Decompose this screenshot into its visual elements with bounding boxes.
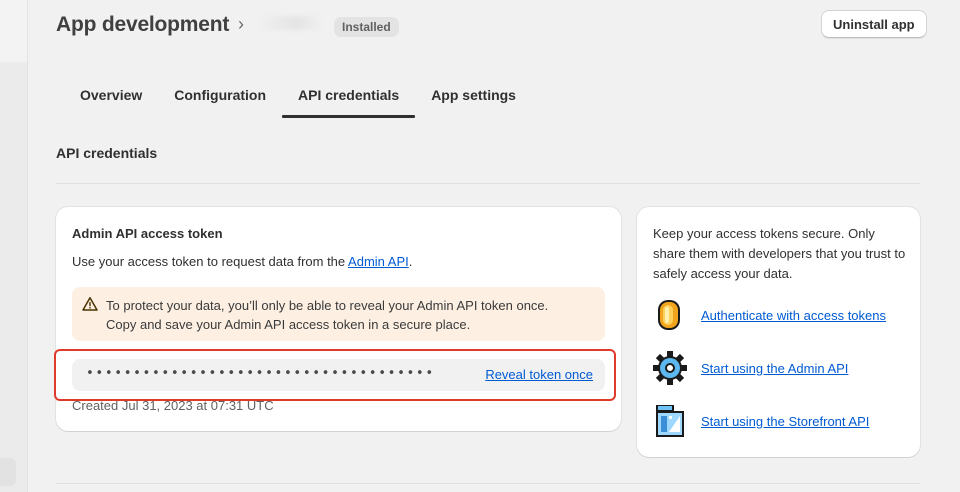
warning-banner: To protect your data, you’ll only be abl… [72, 287, 605, 341]
gear-icon [653, 351, 687, 385]
section-title: API credentials [56, 145, 158, 161]
status-badge: Installed [334, 17, 399, 37]
nav-panel-top [0, 0, 27, 62]
card-description: Use your access token to request data fr… [72, 254, 412, 269]
storefront-api-start-link[interactable]: Start using the Storefront API [701, 414, 869, 429]
card-heading: Admin API access token [72, 226, 223, 241]
resource-row-authenticate: Authenticate with access tokens [653, 297, 886, 333]
admin-api-link[interactable]: Admin API [348, 254, 409, 269]
resource-row-storefront-api: Start using the Storefront API [653, 403, 869, 439]
reveal-token-link[interactable]: Reveal token once [485, 367, 593, 382]
warning-line-2: Copy and save your Admin API access toke… [106, 317, 471, 332]
desc-text: Use your access token to request data fr… [72, 254, 349, 269]
tips-text: Keep your access tokens secure. Only sha… [653, 226, 906, 281]
page-title: App development [56, 13, 230, 36]
masked-token: ••••••••••••••••••••••••••••••••••••• [86, 366, 435, 381]
admin-token-card: Admin API access token Use your access t… [56, 207, 621, 431]
tab-bar: Overview Configuration API credentials A… [64, 74, 532, 120]
section-divider [56, 183, 920, 184]
desc-suffix: . [408, 254, 413, 269]
left-navigation [0, 0, 28, 492]
access-token-field: ••••••••••••••••••••••••••••••••••••• Re… [72, 359, 605, 391]
admin-api-start-link[interactable]: Start using the Admin API [701, 361, 848, 376]
redacted-app-name [262, 16, 320, 30]
page-bottom-divider [56, 483, 920, 484]
coin-icon [658, 300, 680, 330]
tab-api-credentials[interactable]: API credentials [282, 74, 416, 118]
security-tips-card: Keep your access tokens secure. Only sha… [637, 207, 920, 457]
uninstall-app-button[interactable]: Uninstall app [821, 10, 927, 38]
tab-configuration[interactable]: Configuration [158, 74, 282, 118]
resource-row-admin-api: Start using the Admin API [653, 350, 848, 386]
warning-line-1: To protect your data, you’ll only be abl… [106, 298, 549, 313]
storefront-icon [656, 405, 684, 437]
breadcrumb-chevron-icon: › [238, 14, 244, 34]
authenticate-tokens-link[interactable]: Authenticate with access tokens [701, 308, 886, 323]
token-created-timestamp: Created Jul 31, 2023 at 07:31 UTC [72, 398, 274, 413]
tab-overview[interactable]: Overview [64, 74, 158, 118]
warning-icon [82, 297, 98, 311]
tab-app-settings[interactable]: App settings [415, 74, 532, 118]
nav-item-stub[interactable] [0, 458, 16, 486]
